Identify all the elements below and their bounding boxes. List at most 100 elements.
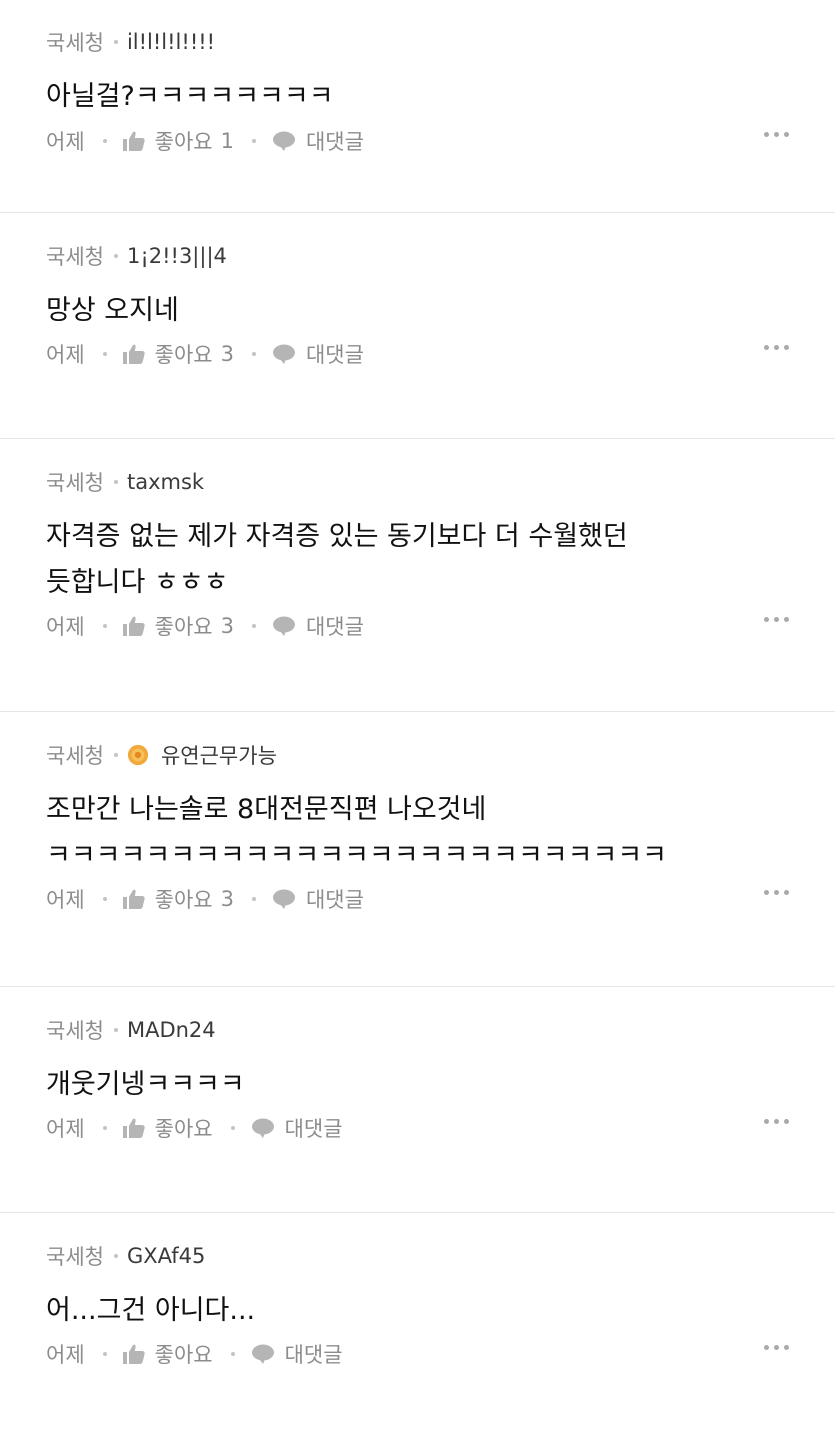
reply-button[interactable]: 대댓글	[251, 1113, 343, 1143]
speech-bubble-icon	[272, 889, 295, 909]
comment-item: 국세청 il!l!l!l!!!! 아닐걸?ㅋㅋㅋㅋㅋㅋㅋㅋ 어제 좋아요 1 대…	[0, 0, 835, 213]
thumbs-up-icon	[122, 344, 145, 364]
reply-label: 대댓글	[305, 130, 364, 154]
like-count: 1	[220, 129, 234, 153]
separator-dot	[102, 352, 107, 356]
like-button[interactable]: 좋아요 3	[122, 611, 234, 641]
comment-text-line: 망상 오지네	[46, 295, 179, 326]
separator-dot	[102, 624, 107, 628]
nickname[interactable]: 1¡2!!3|||4	[127, 244, 227, 268]
department-label: 국세청	[46, 471, 104, 495]
thumbs-up-icon	[122, 131, 145, 151]
like-label: 좋아요	[154, 1117, 213, 1141]
comment-time: 어제	[46, 130, 85, 154]
department-label: 국세청	[46, 1019, 104, 1043]
more-dots-icon[interactable]	[764, 345, 789, 350]
department-label: 국세청	[46, 31, 104, 55]
separator-dot	[251, 897, 256, 901]
comment-item: 국세청 유연근무가능 조만간 나는솔로 8대전문직편 나오것네 ㅋㅋㅋㅋㅋㅋㅋㅋ…	[0, 712, 835, 987]
reply-button[interactable]: 대댓글	[272, 884, 364, 914]
speech-bubble-icon	[272, 616, 295, 636]
separator-dot	[113, 40, 118, 44]
nickname[interactable]: GXAf45	[127, 1244, 205, 1268]
comment-text-line: 개웃기넹ㅋㅋㅋㅋ	[46, 1069, 245, 1100]
comment-time: 어제	[46, 888, 85, 912]
department-label: 국세청	[46, 744, 104, 768]
like-label: 좋아요	[154, 888, 213, 912]
separator-dot	[251, 352, 256, 356]
separator-dot	[113, 254, 118, 258]
reply-label: 대댓글	[284, 1117, 343, 1141]
separator-dot	[230, 1352, 235, 1356]
separator-dot	[102, 1126, 107, 1130]
comment-text: 망상 오지네	[46, 288, 789, 334]
separator-dot	[251, 624, 256, 628]
speech-bubble-icon	[272, 131, 295, 151]
reply-label: 대댓글	[305, 615, 364, 639]
thumbs-up-icon	[122, 1118, 145, 1138]
separator-dot	[251, 139, 256, 143]
like-label: 좋아요	[154, 130, 213, 154]
comment-text-line: ㅋㅋㅋㅋㅋㅋㅋㅋㅋㅋㅋㅋㅋㅋㅋㅋㅋㅋㅋㅋㅋㅋㅋㅋㅋ	[46, 840, 667, 871]
more-dots-icon[interactable]	[764, 132, 789, 137]
separator-dot	[113, 1254, 118, 1258]
comment-actions: 어제 좋아요 3 대댓글	[46, 611, 789, 641]
reply-label: 대댓글	[305, 888, 364, 912]
separator-dot	[113, 753, 118, 757]
reply-button[interactable]: 대댓글	[272, 611, 364, 641]
comment-text-line: 조만간 나는솔로 8대전문직편 나오것네	[46, 794, 487, 825]
separator-dot	[113, 480, 118, 484]
more-dots-icon[interactable]	[764, 890, 789, 895]
reply-button[interactable]: 대댓글	[251, 1339, 343, 1369]
nickname[interactable]: il!l!l!l!!!!	[127, 30, 215, 54]
separator-dot	[102, 139, 107, 143]
thumbs-up-icon	[122, 1344, 145, 1364]
comment-text-line: 어...그건 아니다...	[46, 1295, 256, 1326]
comment-actions: 어제 좋아요 대댓글	[46, 1339, 789, 1369]
comment-time: 어제	[46, 1117, 85, 1141]
comment-text-line: 자격증 없는 제가 자격증 있는 동기보다 더 수월했던	[46, 521, 628, 552]
comment-meta: 국세청 MADn24	[46, 1015, 789, 1045]
comment-item: 국세청 GXAf45 어...그건 아니다... 어제 좋아요 대댓글	[0, 1213, 835, 1449]
comment-meta: 국세청 유연근무가능	[46, 740, 789, 770]
comment-time: 어제	[46, 615, 85, 639]
comment-actions: 어제 좋아요 대댓글	[46, 1113, 789, 1143]
separator-dot	[230, 1126, 235, 1130]
like-button[interactable]: 좋아요 3	[122, 339, 234, 369]
comment-meta: 국세청 taxmsk	[46, 467, 789, 497]
comment-time: 어제	[46, 343, 85, 367]
like-button[interactable]: 좋아요	[122, 1113, 213, 1143]
comment-item: 국세청 1¡2!!3|||4 망상 오지네 어제 좋아요 3 대댓글	[0, 213, 835, 439]
department-label: 국세청	[46, 245, 104, 269]
department-label: 국세청	[46, 1245, 104, 1269]
more-dots-icon[interactable]	[764, 1119, 789, 1124]
reply-button[interactable]: 대댓글	[272, 339, 364, 369]
like-button[interactable]: 좋아요	[122, 1339, 213, 1369]
comment-meta: 국세청 GXAf45	[46, 1241, 789, 1271]
like-button[interactable]: 좋아요 1	[122, 126, 234, 156]
more-dots-icon[interactable]	[764, 617, 789, 622]
nickname[interactable]: MADn24	[127, 1018, 216, 1042]
thumbs-up-icon	[122, 616, 145, 636]
speech-bubble-icon	[251, 1344, 274, 1364]
reply-button[interactable]: 대댓글	[272, 126, 364, 156]
separator-dot	[113, 1028, 118, 1032]
comment-item: 국세청 taxmsk 자격증 없는 제가 자격증 있는 동기보다 더 수월했던 …	[0, 439, 835, 712]
comment-meta: 국세청 il!l!l!l!!!!	[46, 27, 789, 57]
reply-label: 대댓글	[284, 1343, 343, 1367]
like-count: 3	[220, 614, 234, 638]
nickname[interactable]: 유연근무가능	[161, 740, 277, 770]
like-label: 좋아요	[154, 1343, 213, 1367]
comment-item: 국세청 MADn24 개웃기넹ㅋㅋㅋㅋ 어제 좋아요 대댓글	[0, 987, 835, 1213]
like-button[interactable]: 좋아요 3	[122, 884, 234, 914]
like-count: 3	[220, 342, 234, 366]
more-dots-icon[interactable]	[764, 1345, 789, 1350]
comment-actions: 어제 좋아요 3 대댓글	[46, 884, 789, 914]
separator-dot	[102, 897, 107, 901]
comment-text-line: 아닐걸?ㅋㅋㅋㅋㅋㅋㅋㅋ	[46, 81, 334, 112]
speech-bubble-icon	[251, 1118, 274, 1138]
like-label: 좋아요	[154, 615, 213, 639]
nickname[interactable]: taxmsk	[127, 470, 204, 494]
comment-text: 아닐걸?ㅋㅋㅋㅋㅋㅋㅋㅋ	[46, 74, 789, 120]
reply-label: 대댓글	[305, 343, 364, 367]
